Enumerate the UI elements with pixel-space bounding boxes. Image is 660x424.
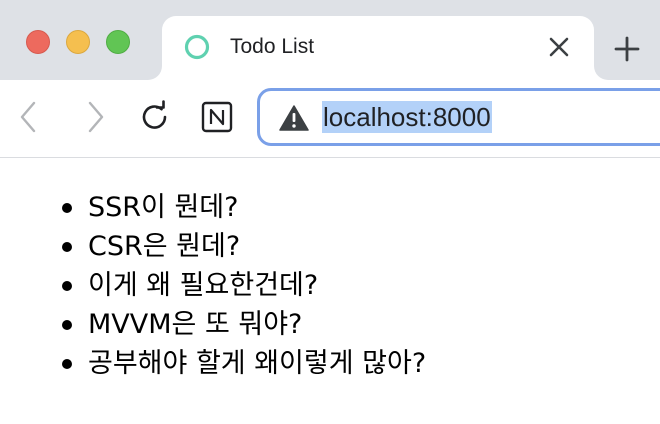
bullet-icon xyxy=(62,281,72,291)
url-text[interactable]: localhost:8000 xyxy=(322,101,492,133)
tab-title: Todo List xyxy=(230,35,315,58)
tab-active[interactable]: Todo List xyxy=(162,16,594,80)
new-tab-icon[interactable] xyxy=(612,34,642,64)
list-item: CSR은 뭔데? xyxy=(60,227,426,266)
list-item: MVVM은 또 뭐야? xyxy=(60,305,426,344)
minimize-window-button[interactable] xyxy=(66,30,90,54)
toolbar: localhost:8000 xyxy=(0,80,660,157)
list-item: 이게 왜 필요한건데? xyxy=(60,266,426,305)
zoom-window-button[interactable] xyxy=(106,30,130,54)
ring-icon xyxy=(184,34,210,60)
list-item: 공부해야 할게 왜이렇게 많아? xyxy=(60,344,426,383)
close-icon[interactable] xyxy=(546,34,572,60)
list-item-text: CSR은 뭔데? xyxy=(88,231,241,262)
tab-bar: Todo List xyxy=(0,0,660,80)
back-icon[interactable] xyxy=(12,100,46,134)
todo-list: SSR이 뭔데? CSR은 뭔데? 이게 왜 필요한건데? MVVM은 또 뭐야… xyxy=(60,188,426,383)
page-content: SSR이 뭔데? CSR은 뭔데? 이게 왜 필요한건데? MVVM은 또 뭐야… xyxy=(0,158,660,424)
forward-icon[interactable] xyxy=(78,100,112,134)
bullet-icon xyxy=(62,203,72,213)
list-item-text: MVVM은 또 뭐야? xyxy=(88,309,303,340)
list-item-text: SSR이 뭔데? xyxy=(88,192,239,223)
bullet-icon xyxy=(62,359,72,369)
bullet-icon xyxy=(62,320,72,330)
notion-extension-icon[interactable] xyxy=(200,100,234,134)
browser-chrome: Todo List localhost:8000 xyxy=(0,0,660,158)
reload-icon[interactable] xyxy=(138,100,172,134)
list-item-text: 공부해야 할게 왜이렇게 많아? xyxy=(88,348,427,379)
list-item: SSR이 뭔데? xyxy=(60,188,426,227)
close-window-button[interactable] xyxy=(26,30,50,54)
address-bar[interactable]: localhost:8000 xyxy=(257,88,660,146)
bullet-icon xyxy=(62,242,72,252)
list-item-text: 이게 왜 필요한건데? xyxy=(88,270,319,301)
warning-triangle-icon[interactable] xyxy=(279,105,309,131)
